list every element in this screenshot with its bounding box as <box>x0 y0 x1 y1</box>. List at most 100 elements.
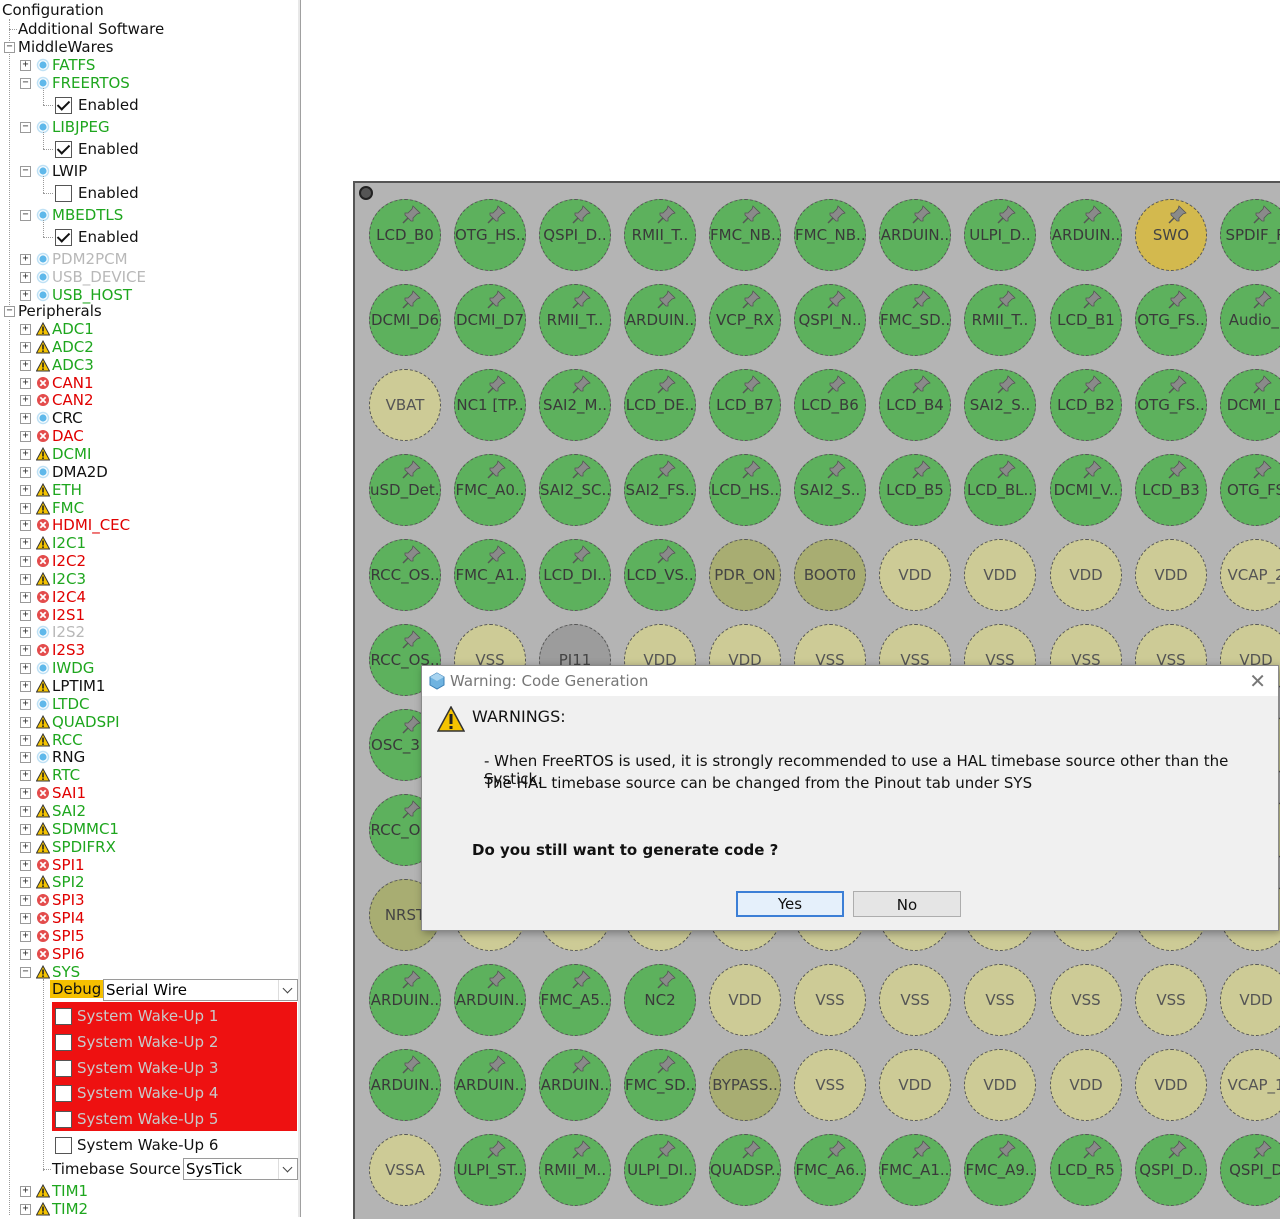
expand-icon[interactable]: + <box>20 913 31 925</box>
pin[interactable]: SPDIF_R <box>1220 199 1280 271</box>
collapse-icon[interactable]: − <box>20 966 31 978</box>
pin[interactable]: ARDUIN.. <box>624 284 696 356</box>
wakeup-checkbox[interactable] <box>55 1137 72 1154</box>
expand-icon[interactable]: + <box>20 290 31 301</box>
expand-icon[interactable]: + <box>20 609 31 621</box>
pin[interactable]: ARDUIN.. <box>1050 199 1122 271</box>
pin[interactable]: OTG_FS.. <box>1135 369 1207 441</box>
expand-icon[interactable]: + <box>20 716 31 728</box>
pin[interactable]: FMC_SD.. <box>624 1049 696 1121</box>
pin[interactable]: NC1 [TP.. <box>454 369 526 441</box>
collapse-icon[interactable]: − <box>4 42 15 53</box>
debug-select[interactable]: Serial Wire <box>103 979 298 1001</box>
expand-icon[interactable]: + <box>20 466 31 478</box>
pin[interactable]: LCD_DE.. <box>624 369 696 441</box>
wakeup-checkbox[interactable] <box>55 1059 72 1077</box>
expand-icon[interactable]: + <box>20 484 31 496</box>
pin[interactable]: LCD_B5 <box>879 454 951 526</box>
pin[interactable]: FMC_A5.. <box>539 964 611 1036</box>
enabled-checkbox[interactable] <box>55 185 72 202</box>
pin[interactable]: VSS <box>1050 964 1122 1036</box>
wakeup-checkbox[interactable] <box>55 1033 72 1051</box>
pin[interactable]: QUADSP.. <box>709 1134 781 1206</box>
pin[interactable]: FMC_A6.. <box>794 1134 866 1206</box>
enabled-checkbox[interactable] <box>55 141 72 158</box>
pin[interactable]: VDD <box>964 539 1036 611</box>
pin[interactable]: ARDUIN.. <box>369 964 441 1036</box>
pin[interactable]: RMII_T.. <box>624 199 696 271</box>
no-button[interactable]: No <box>853 891 961 917</box>
expand-icon[interactable]: + <box>20 502 31 514</box>
pin[interactable]: LCD_B3 <box>1135 454 1207 526</box>
expand-icon[interactable]: + <box>20 752 31 764</box>
expand-icon[interactable]: + <box>20 324 31 335</box>
pin[interactable]: ULPI_ST.. <box>454 1134 526 1206</box>
expand-icon[interactable]: + <box>20 698 31 710</box>
pin[interactable]: FMC_A1.. <box>454 539 526 611</box>
pin[interactable]: DCMI_D7 <box>454 284 526 356</box>
expand-icon[interactable]: + <box>20 254 31 265</box>
expand-icon[interactable]: + <box>20 627 31 639</box>
pin[interactable]: BOOT0 <box>794 539 866 611</box>
pin[interactable]: SAI2_SC.. <box>539 454 611 526</box>
expand-icon[interactable]: + <box>20 413 31 425</box>
expand-icon[interactable]: + <box>20 1204 31 1215</box>
pin[interactable]: OTG_HS.. <box>454 199 526 271</box>
pin[interactable]: uSD_Det.. <box>369 454 441 526</box>
pin[interactable]: ARDUIN.. <box>539 1049 611 1121</box>
wakeup-checkbox[interactable] <box>55 1085 72 1103</box>
pin[interactable]: ARDUIN.. <box>879 199 951 271</box>
expand-icon[interactable]: + <box>20 1186 31 1197</box>
expand-icon[interactable]: + <box>20 538 31 550</box>
pin[interactable]: VCAP_1 <box>1220 1049 1280 1121</box>
wakeup-checkbox[interactable] <box>55 1111 72 1129</box>
expand-icon[interactable]: + <box>20 948 31 960</box>
pin[interactable]: DCMI_V.. <box>1050 454 1122 526</box>
pin[interactable]: VSS <box>1135 964 1207 1036</box>
expand-icon[interactable]: + <box>20 788 31 800</box>
pin[interactable]: QSPI_D <box>1220 1134 1280 1206</box>
collapse-icon[interactable]: − <box>4 306 15 317</box>
pin[interactable]: LCD_DI.. <box>539 539 611 611</box>
pin[interactable]: RCC_OS.. <box>369 539 441 611</box>
pin[interactable]: PDR_ON <box>709 539 781 611</box>
enabled-checkbox[interactable] <box>55 97 72 114</box>
close-icon[interactable]: ✕ <box>1249 669 1266 693</box>
expand-icon[interactable]: + <box>20 395 31 407</box>
expand-icon[interactable]: + <box>20 770 31 782</box>
pin[interactable]: OTG_FS <box>1220 454 1280 526</box>
pin[interactable]: VDD <box>1220 964 1280 1036</box>
pin[interactable]: LCD_R5 <box>1050 1134 1122 1206</box>
pin[interactable]: VDD <box>1050 1049 1122 1121</box>
expand-icon[interactable]: + <box>20 805 31 817</box>
pin[interactable]: LCD_B1 <box>1050 284 1122 356</box>
pin[interactable]: ULPI_D.. <box>964 199 1036 271</box>
configuration-tree[interactable]: Configuration Additional Software − Midd… <box>0 0 301 1217</box>
pin[interactable]: LCD_BL.. <box>964 454 1036 526</box>
expand-icon[interactable]: + <box>20 859 31 871</box>
pin[interactable]: RMII_M.. <box>539 1134 611 1206</box>
pin[interactable]: SAI2_S.. <box>794 454 866 526</box>
expand-icon[interactable]: + <box>20 681 31 692</box>
dialog-titlebar[interactable]: Warning: Code Generation ✕ <box>422 666 1278 696</box>
pin[interactable]: VSSA <box>369 1134 441 1206</box>
pin[interactable]: VSS <box>794 1049 866 1121</box>
chevron-down-icon[interactable] <box>278 980 297 1000</box>
pin[interactable]: VCP_RX <box>709 284 781 356</box>
pin[interactable]: VSS <box>964 964 1036 1036</box>
wakeup-checkbox[interactable] <box>55 1008 72 1025</box>
expand-icon[interactable]: + <box>20 573 31 585</box>
pin[interactable]: VDD <box>1135 1049 1207 1121</box>
pin[interactable]: VDD <box>879 1049 951 1121</box>
pin[interactable]: Audio_I <box>1220 284 1280 356</box>
pin[interactable]: QSPI_D.. <box>539 199 611 271</box>
pin[interactable]: VDD <box>964 1049 1036 1121</box>
pin[interactable]: BYPASS.. <box>709 1049 781 1121</box>
expand-icon[interactable]: + <box>20 930 31 942</box>
pin[interactable]: ULPI_DI.. <box>624 1134 696 1206</box>
yes-button[interactable]: Yes <box>736 891 844 917</box>
pin[interactable]: VSS <box>879 964 951 1036</box>
timebase-source-select[interactable]: SysTick <box>183 1158 298 1180</box>
expand-icon[interactable]: + <box>20 591 31 603</box>
pin[interactable]: VSS <box>794 964 866 1036</box>
